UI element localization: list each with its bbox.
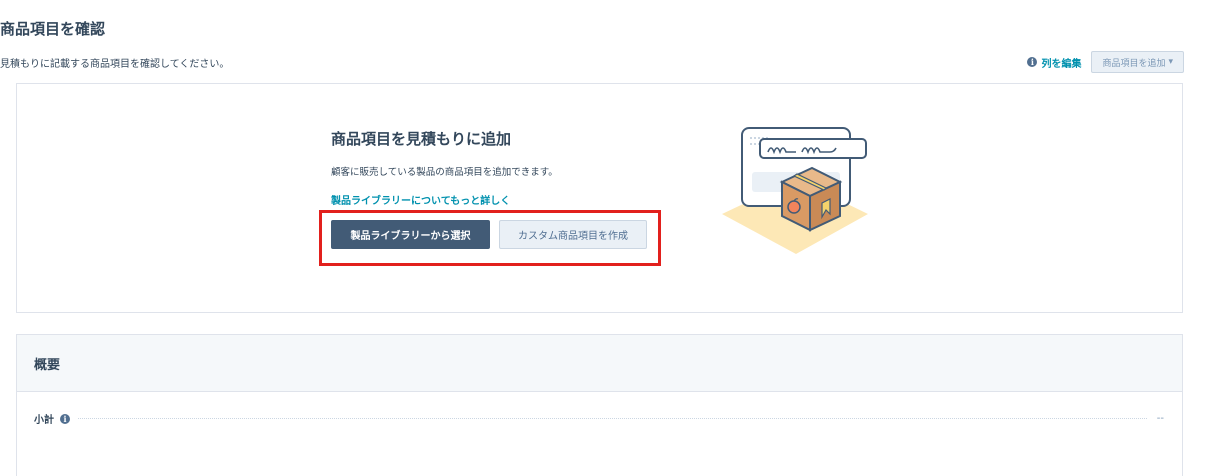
product-library-learn-more-link[interactable]: 製品ライブラリーについてもっと詳しく — [331, 192, 510, 207]
info-icon[interactable]: i — [60, 413, 70, 424]
edit-columns-label: 列を編集 — [1041, 58, 1082, 70]
subtotal-label: 小計 — [34, 415, 54, 426]
dotted-leader — [78, 418, 1147, 419]
header-actions: i 列を編集 商品項目を追加 ▾ — [1027, 51, 1184, 73]
add-line-item-dropdown[interactable]: 商品項目を追加 ▾ — [1091, 51, 1184, 73]
page-title: 商品項目を確認 — [0, 20, 106, 38]
product-box-illustration — [722, 127, 868, 254]
subtotal-value: -- — [1156, 413, 1164, 424]
caret-down-icon: ▾ — [1168, 57, 1173, 67]
subtotal-row: 小計 i -- — [34, 411, 1164, 426]
empty-state-heading: 商品項目を見積もりに追加 — [331, 130, 512, 148]
add-line-item-label: 商品項目を追加 — [1102, 58, 1166, 69]
edit-columns-link[interactable]: i 列を編集 — [1027, 55, 1081, 70]
select-from-product-library-button[interactable]: 製品ライブラリーから選択 — [331, 220, 490, 249]
page-subtitle: 見積もりに記載する商品項目を確認してください。 — [0, 59, 230, 70]
empty-state-description: 顧客に販売している製品の商品項目を追加できます。 — [331, 167, 558, 178]
summary-panel: 概要 小計 i -- — [16, 334, 1183, 476]
empty-state-panel — [16, 83, 1183, 313]
info-icon: i — [1027, 57, 1038, 67]
create-custom-line-item-button[interactable]: カスタム商品項目を作成 — [499, 220, 647, 249]
summary-title: 概要 — [17, 335, 1182, 392]
